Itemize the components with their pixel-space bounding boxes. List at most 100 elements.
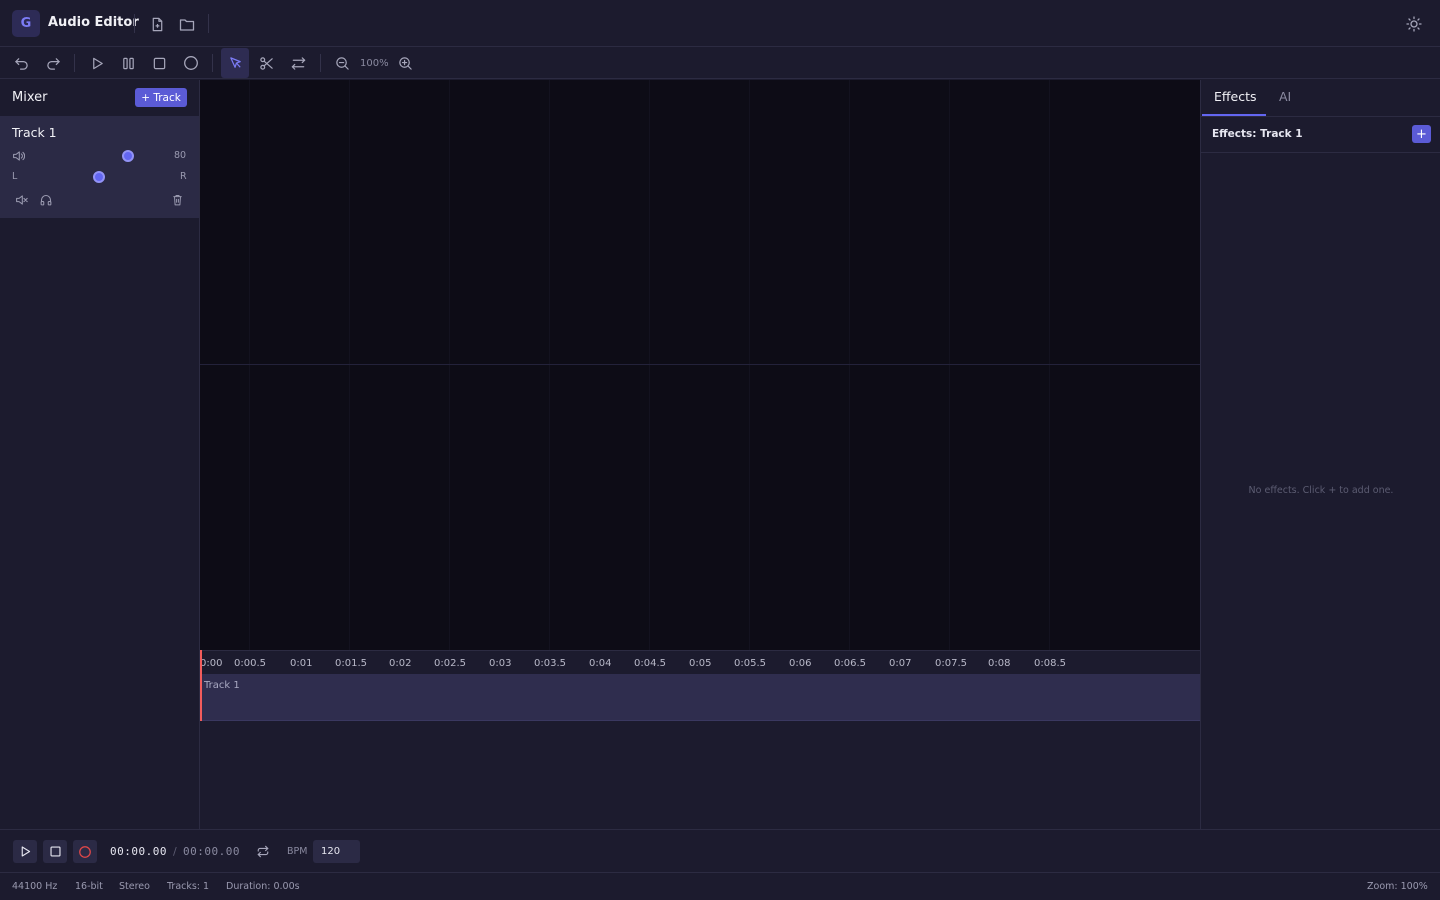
grid-line	[949, 80, 950, 650]
pause-icon	[121, 56, 136, 71]
undo-icon	[14, 56, 29, 71]
cut-tool-button[interactable]	[252, 48, 280, 78]
app-title: Audio Editor	[48, 15, 139, 30]
transport-stop-button[interactable]	[43, 840, 67, 863]
select-tool-button[interactable]	[221, 48, 249, 78]
scissors-icon	[259, 56, 274, 71]
grid-line	[449, 80, 450, 650]
ruler-tick: 0:08.5	[1034, 658, 1066, 669]
ruler-tick: 0:00	[200, 658, 223, 669]
playhead[interactable]	[200, 650, 202, 721]
app-logo: G	[12, 10, 40, 37]
zoom-level: 100%	[360, 58, 389, 69]
zoom-out-button[interactable]	[328, 48, 356, 78]
divider	[320, 54, 321, 72]
transport-bar: 00:00.00 / 00:00.00 BPM	[0, 829, 1440, 872]
track-lane-label: Track 1	[204, 680, 240, 691]
redo-button[interactable]	[39, 48, 67, 78]
timeline-empty-area[interactable]	[200, 722, 1200, 829]
mute-button[interactable]	[12, 192, 30, 208]
status-track-count: Tracks: 1	[167, 881, 210, 892]
solo-button[interactable]	[37, 192, 55, 208]
stop-button[interactable]	[145, 48, 173, 78]
ruler-tick: 0:03	[489, 658, 512, 669]
pan-slider-thumb[interactable]	[93, 171, 105, 183]
track-lane[interactable]: Track 1	[200, 674, 1200, 721]
mixer-title: Mixer	[12, 90, 48, 105]
record-icon	[78, 845, 92, 859]
track-strip[interactable]: Track 1 80 L R	[0, 116, 199, 218]
play-button[interactable]	[83, 48, 111, 78]
effects-header: Effects: Track 1 +	[1201, 117, 1440, 153]
folder-icon	[179, 17, 195, 32]
add-effect-button[interactable]: +	[1412, 125, 1431, 143]
total-time: 00:00.00	[183, 845, 240, 858]
pause-button[interactable]	[114, 48, 142, 78]
ruler-tick: 0:04.5	[634, 658, 666, 669]
volume-slider[interactable]	[32, 150, 162, 162]
ruler-tick: 0:06	[789, 658, 812, 669]
grid-line	[749, 80, 750, 650]
transport-record-button[interactable]	[73, 840, 97, 863]
ruler-tick: 0:08	[988, 658, 1011, 669]
volume-slider-thumb[interactable]	[122, 150, 134, 162]
pan-slider[interactable]	[28, 171, 172, 183]
open-folder-button[interactable]	[175, 12, 199, 36]
tab-ai[interactable]: AI	[1279, 89, 1291, 104]
grid-line	[349, 80, 350, 650]
ruler-tick: 0:05	[689, 658, 712, 669]
grid-line	[649, 80, 650, 650]
waveform-canvas[interactable]	[200, 80, 1200, 650]
time-ruler[interactable]: 0:00 0:00.5 0:01 0:01.5 0:02 0:02.5 0:03…	[200, 650, 1200, 674]
grid-line	[849, 80, 850, 650]
divider	[212, 54, 213, 72]
add-track-button[interactable]: + Track	[135, 88, 187, 107]
status-bit-depth: 16-bit	[75, 881, 103, 892]
ruler-tick: 0:00.5	[234, 658, 266, 669]
trash-icon	[172, 194, 183, 206]
toolbar: 100%	[0, 48, 1440, 79]
title-bar: G Audio Editor	[0, 0, 1440, 47]
pan-right-label: R	[180, 171, 187, 182]
ruler-tick: 0:05.5	[734, 658, 766, 669]
divider	[208, 14, 209, 33]
arrows-swap-icon	[291, 56, 306, 71]
loop-button[interactable]	[254, 843, 272, 860]
zoom-out-icon	[335, 56, 350, 71]
cursor-icon	[228, 56, 243, 71]
record-icon	[183, 55, 199, 71]
undo-button[interactable]	[7, 48, 35, 78]
new-file-button[interactable]	[145, 12, 169, 36]
grid-line	[1049, 80, 1050, 650]
pan-left-label: L	[12, 171, 18, 182]
delete-track-button[interactable]	[168, 192, 186, 208]
volume-value: 80	[174, 150, 187, 161]
grid-line	[549, 80, 550, 650]
theme-toggle-button[interactable]	[1401, 11, 1426, 36]
time-separator: /	[173, 845, 177, 858]
redo-icon	[46, 56, 61, 71]
move-tool-button[interactable]	[284, 48, 312, 78]
zoom-in-icon	[398, 56, 413, 71]
bpm-input[interactable]	[313, 840, 360, 863]
ruler-tick: 0:03.5	[534, 658, 566, 669]
ruler-tick: 0:01.5	[335, 658, 367, 669]
zoom-in-button[interactable]	[391, 48, 419, 78]
loop-icon	[256, 845, 270, 858]
record-button[interactable]	[177, 48, 205, 78]
ruler-tick: 0:01	[290, 658, 313, 669]
status-zoom: Zoom: 100%	[1367, 881, 1428, 892]
effects-title: Effects: Track 1	[1212, 128, 1303, 140]
channel-divider	[200, 364, 1200, 365]
effects-panel: Effects AI Effects: Track 1 + No effects…	[1200, 80, 1440, 829]
tab-effects[interactable]: Effects	[1214, 89, 1257, 104]
transport-play-button[interactable]	[13, 840, 37, 863]
volume-icon	[12, 150, 25, 162]
ruler-tick: 0:02.5	[434, 658, 466, 669]
ruler-tick: 0:04	[589, 658, 612, 669]
grid-line	[249, 80, 250, 650]
mixer-panel: Mixer + Track Track 1 80 L R	[0, 80, 200, 829]
empty-effects-message: No effects. Click + to add one.	[1248, 485, 1394, 496]
status-bar: 44100 Hz 16-bit Stereo Tracks: 1 Duratio…	[0, 872, 1440, 900]
ruler-tick: 0:06.5	[834, 658, 866, 669]
